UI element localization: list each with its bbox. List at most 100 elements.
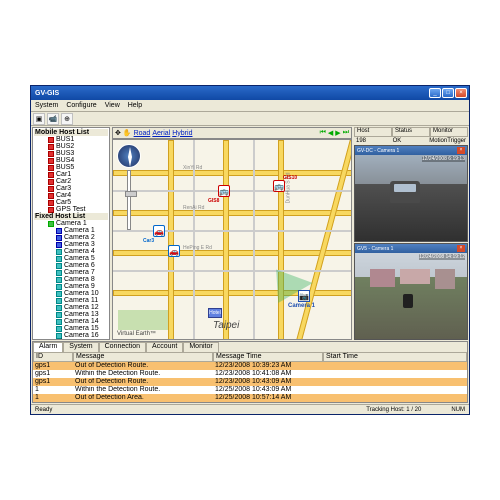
menu-view[interactable]: View	[105, 102, 120, 109]
host-tree[interactable]: Mobile Host List BUS1BUS2BUS3BUS4BUS5Car…	[32, 127, 110, 340]
grid-body[interactable]: gps1Out of Detection Route.12/23/2008 10…	[33, 362, 467, 402]
tab-monitor[interactable]: Monitor	[183, 342, 218, 352]
event-panel: Alarm System Connection Account Monitor …	[32, 341, 468, 403]
view-road[interactable]: Road	[134, 130, 151, 137]
status-tracking: Tracking Host: 1 / 20	[366, 407, 421, 413]
tree-item[interactable]: Camera 11	[34, 297, 108, 304]
tab-system[interactable]: System	[63, 342, 98, 352]
nav-first-icon[interactable]: ⏮	[320, 129, 326, 137]
video-panel-1[interactable]: GV-DC - Camera 1 × 12/24/2008 6:19:13	[354, 145, 468, 242]
alarm-row[interactable]: gps1Out of Detection Route.12/23/2008 10…	[33, 362, 467, 370]
col-monitor[interactable]: Monitor	[430, 127, 468, 137]
tree-item[interactable]: Camera 13	[34, 311, 108, 318]
tree-label: BUS3	[56, 150, 74, 157]
compass-control[interactable]	[117, 144, 141, 168]
tree-item[interactable]: BUS2	[34, 143, 108, 150]
tree-item[interactable]: BUS3	[34, 150, 108, 157]
tree-item[interactable]: GPS Test	[34, 206, 108, 213]
tree-item[interactable]: Car4	[34, 192, 108, 199]
close-button[interactable]: ×	[455, 88, 467, 98]
col-host[interactable]: Host	[354, 127, 392, 137]
nav-last-icon[interactable]: ⏭	[343, 129, 349, 137]
compass-icon[interactable]: ✥	[115, 129, 121, 137]
alarm-row[interactable]: gps1Out of Detection Route.12/23/2008 10…	[33, 378, 467, 386]
minimize-button[interactable]: _	[429, 88, 441, 98]
tree-item[interactable]: Car3	[34, 185, 108, 192]
video-close-icon[interactable]: ×	[457, 245, 465, 252]
tree-item[interactable]: Camera 2	[34, 234, 108, 241]
map-canvas[interactable]: XinYi Rd RenAi Rd HePing E Rd DunHua S R…	[112, 139, 352, 340]
tree-item[interactable]: Car2	[34, 178, 108, 185]
menu-configure[interactable]: Configure	[66, 102, 96, 109]
hotel-marker[interactable]: Hotel	[208, 308, 222, 318]
tab-account[interactable]: Account	[146, 342, 183, 352]
tree-item[interactable]: Camera 1	[34, 227, 108, 234]
tree-item[interactable]: Camera 16	[34, 332, 108, 339]
tree-item[interactable]: Camera 10	[34, 290, 108, 297]
car-marker[interactable]: 🚗	[153, 225, 165, 237]
tree-item[interactable]: BUS4	[34, 157, 108, 164]
street	[113, 270, 352, 272]
status-icon	[56, 277, 62, 283]
tree-item[interactable]: View Map	[34, 339, 108, 340]
tree-item[interactable]: Camera 6	[34, 262, 108, 269]
hand-icon[interactable]: ✋	[123, 129, 132, 137]
bus-marker[interactable]: 🚌	[273, 180, 285, 192]
video-title: GV5 - Camera 1	[357, 246, 393, 252]
tab-connection[interactable]: Connection	[99, 342, 146, 352]
tree-item[interactable]: Camera 5	[34, 255, 108, 262]
bus-marker[interactable]: 🚌	[218, 185, 230, 197]
alarm-row[interactable]: 1Out of Detection Area.12/25/2008 10:57:…	[33, 394, 467, 402]
tree-item[interactable]: Car5	[34, 199, 108, 206]
tree-label: Camera 9	[64, 283, 95, 290]
car-marker[interactable]: 🚗	[168, 245, 180, 257]
fixed-host-header[interactable]: Fixed Host List	[34, 213, 108, 220]
road-label: RenAi Rd	[183, 205, 204, 211]
titlebar[interactable]: GV-GIS _ □ ×	[31, 86, 469, 100]
video-close-icon[interactable]: ×	[457, 147, 465, 154]
building-shape	[370, 269, 395, 287]
tree-label: Camera 1	[64, 227, 95, 234]
view-aerial[interactable]: Aerial	[152, 130, 170, 137]
host-button[interactable]: 📹	[47, 113, 59, 125]
alarm-row[interactable]: gps1Within the Detection Route.12/23/200…	[33, 370, 467, 378]
tree-item[interactable]: Camera 3	[34, 241, 108, 248]
track-button[interactable]: ⊕	[61, 113, 73, 125]
menu-help[interactable]: Help	[128, 102, 142, 109]
video-titlebar[interactable]: GV-DC - Camera 1 ×	[355, 146, 467, 155]
tree-label: BUS1	[56, 136, 74, 143]
video-titlebar[interactable]: GV5 - Camera 1 ×	[355, 244, 467, 253]
status-icon	[56, 305, 62, 311]
tree-item[interactable]: Camera 1	[34, 220, 108, 227]
tree-item[interactable]: Car1	[34, 171, 108, 178]
toolbar: ▣ 📹 ⊕	[31, 112, 469, 126]
tree-item[interactable]: Camera 14	[34, 318, 108, 325]
col-status[interactable]: Status	[392, 127, 430, 137]
col-id[interactable]: ID	[33, 352, 73, 362]
maximize-button[interactable]: □	[442, 88, 454, 98]
col-message[interactable]: Message	[73, 352, 213, 362]
tree-item[interactable]: BUS5	[34, 164, 108, 171]
tree-item[interactable]: Camera 9	[34, 283, 108, 290]
tab-alarm[interactable]: Alarm	[33, 342, 63, 352]
col-message-time[interactable]: Message Time	[213, 352, 323, 362]
zoom-slider[interactable]	[127, 170, 131, 230]
cell	[323, 362, 467, 370]
nav-prev-icon[interactable]: ◀	[328, 129, 333, 137]
tree-item[interactable]: Camera 4	[34, 248, 108, 255]
view-hybrid[interactable]: Hybrid	[172, 130, 192, 137]
tree-item[interactable]: Camera 8	[34, 276, 108, 283]
tree-item[interactable]: BUS1	[34, 136, 108, 143]
col-start-time[interactable]: Start Time	[323, 352, 467, 362]
video-panel-2[interactable]: GV5 - Camera 1 × 12/24/2008 14:19:12	[354, 243, 468, 340]
cell: 1	[33, 386, 73, 394]
tree-item[interactable]: Camera 15	[34, 325, 108, 332]
mobile-host-header[interactable]: Mobile Host List	[34, 129, 108, 136]
tree-item[interactable]: Camera 7	[34, 269, 108, 276]
alarm-row[interactable]: 1Within the Detection Route.12/25/2008 1…	[33, 386, 467, 394]
menu-system[interactable]: System	[35, 102, 58, 109]
camera-marker[interactable]: 📷	[298, 290, 310, 302]
live-button[interactable]: ▣	[33, 113, 45, 125]
tree-item[interactable]: Camera 12	[34, 304, 108, 311]
nav-next-icon[interactable]: ▶	[335, 129, 340, 137]
